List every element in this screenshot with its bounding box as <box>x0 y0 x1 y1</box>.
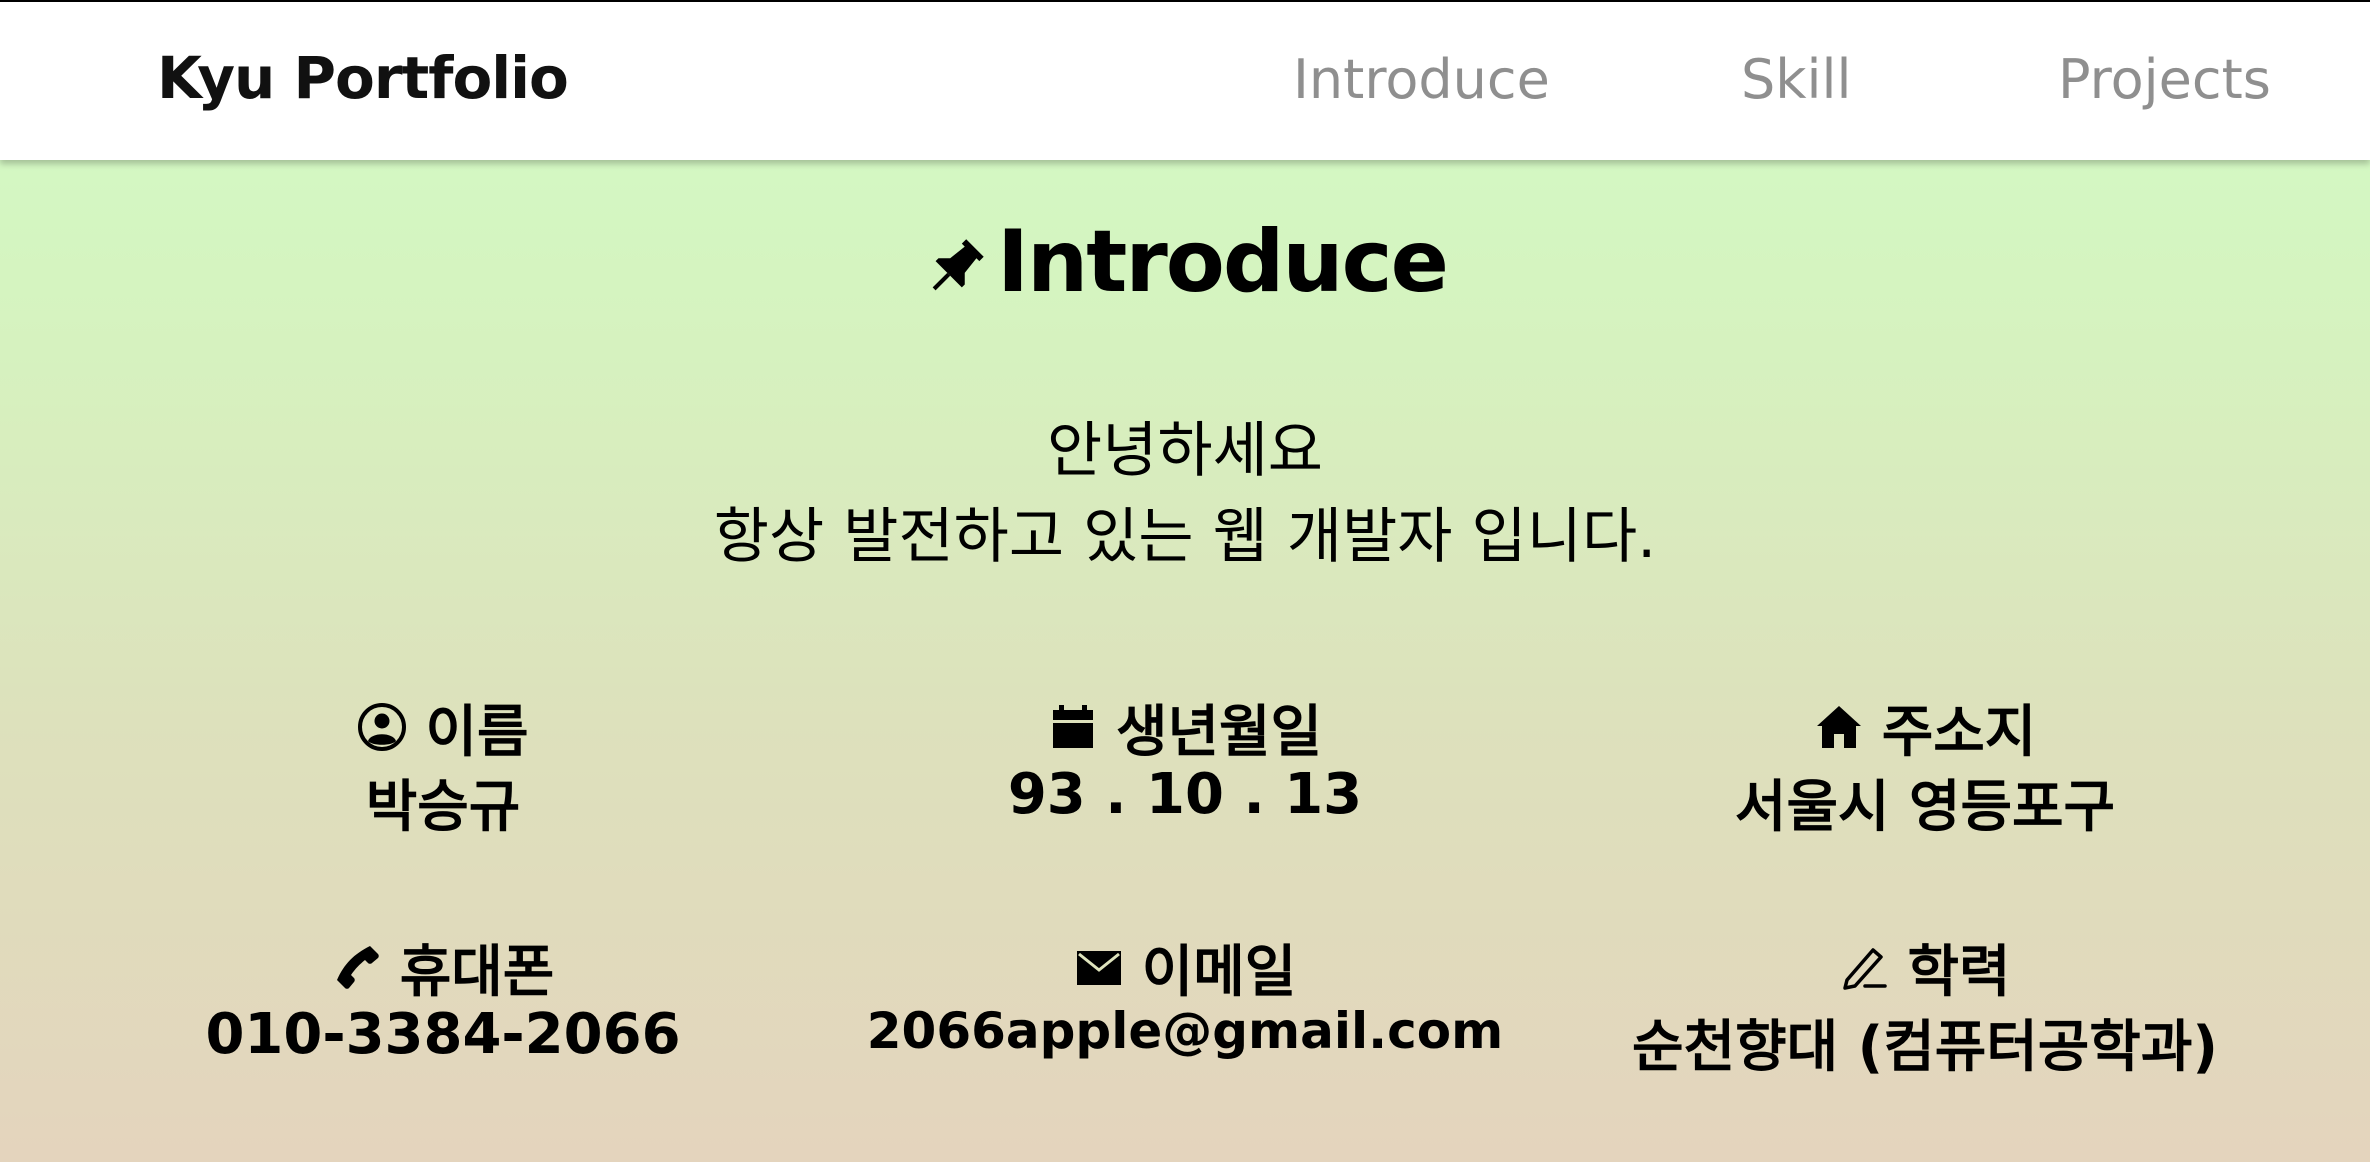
nav-link-skill[interactable]: Skill <box>1741 48 1852 111</box>
info-value: 2066apple@gmail.com <box>866 1002 1504 1060</box>
brand-logo[interactable]: Kyu Portfolio <box>157 44 569 112</box>
phone-icon <box>336 946 379 989</box>
nav-link-projects[interactable]: Projects <box>2058 48 2271 111</box>
info-label-row: 이름 <box>63 692 823 765</box>
info-label: 이름 <box>425 699 529 765</box>
info-item-education: 학력 순천향대 (컴퓨터공학과) <box>1545 932 2305 1083</box>
greeting-line-1: 안녕하세요 <box>1047 416 1323 486</box>
info-item-address: 주소지 서울시 영등포구 <box>1545 692 2305 843</box>
info-label: 생년월일 <box>1115 699 1323 765</box>
info-label-row: 학력 <box>1545 932 2305 1005</box>
info-label-row: 생년월일 <box>805 692 1565 765</box>
info-item-birthdate: 생년월일 93 . 10 . 13 <box>805 692 1565 828</box>
info-value: 93 . 10 . 13 <box>1007 762 1363 827</box>
nav-link-introduce[interactable]: Introduce <box>1293 48 1550 111</box>
navbar: Kyu Portfolio Introduce Skill Projects <box>0 2 2370 160</box>
section-title: Introduce <box>0 212 2370 312</box>
user-circle-icon <box>358 703 407 751</box>
home-icon <box>1816 706 1861 748</box>
greeting-line-2: 항상 발전하고 있는 웹 개발자 입니다. <box>713 502 1657 572</box>
pencil-icon <box>1843 948 1888 990</box>
section-title-text: Introduce <box>997 212 1449 312</box>
info-label-row: 휴대폰 <box>63 932 823 1005</box>
calendar-icon <box>1052 705 1093 748</box>
info-value: 서울시 영등포구 <box>1734 775 2116 840</box>
info-item-phone: 휴대폰 010-3384-2066 <box>63 932 823 1068</box>
info-label-row: 이메일 <box>805 932 1565 1005</box>
envelope-icon <box>1076 951 1121 985</box>
info-label: 이메일 <box>1141 939 1297 1005</box>
info-value: 010-3384-2066 <box>205 1002 681 1067</box>
info-item-name: 이름 박승규 <box>63 692 823 843</box>
pushpin-icon <box>932 239 984 291</box>
info-label: 휴대폰 <box>399 939 555 1005</box>
info-item-email: 이메일 2066apple@gmail.com <box>805 932 1565 1061</box>
info-label-row: 주소지 <box>1545 692 2305 765</box>
info-label: 주소지 <box>1881 699 2037 765</box>
info-label: 학력 <box>1907 939 2011 1005</box>
info-value: 순천향대 (컴퓨터공학과) <box>1632 1015 2218 1080</box>
info-value: 박승규 <box>365 775 521 840</box>
